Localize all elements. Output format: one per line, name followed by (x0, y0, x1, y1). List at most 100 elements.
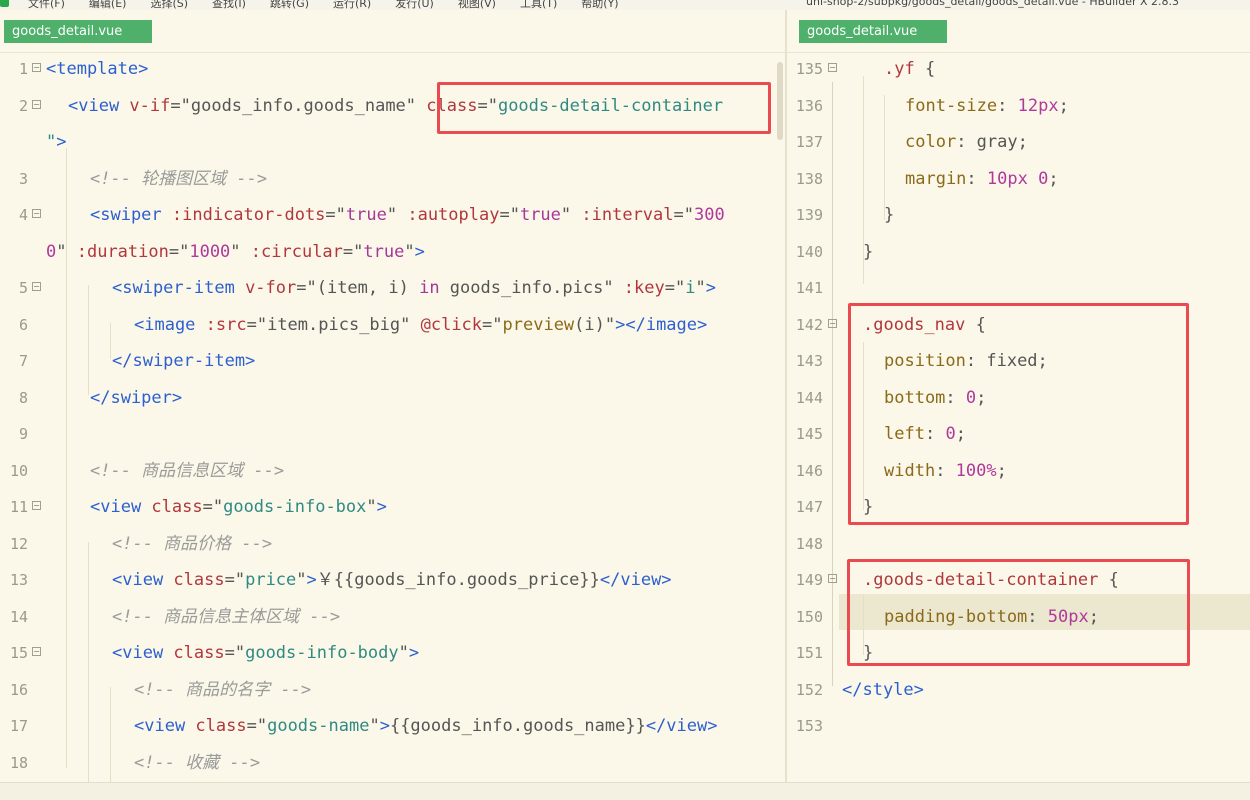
fold-toggle-icon[interactable]: − (32, 647, 41, 656)
menu-item[interactable]: 帮助(Y) (581, 0, 618, 10)
line-number: 1 (18, 60, 28, 78)
menu-item[interactable]: 发行(U) (395, 0, 434, 10)
editor-tab-right[interactable]: goods_detail.vue (799, 20, 947, 43)
code-token: " (369, 716, 380, 736)
code-text: <!-- 商品信息主体区域 --> (112, 599, 340, 635)
code-line[interactable]: 11− <view class="goods-info-box"> (0, 489, 785, 525)
code-line[interactable]: 139} (787, 197, 1250, 233)
line-number: 139 (795, 206, 823, 224)
code-token: class (195, 716, 247, 736)
code-line[interactable]: 18 <!-- 收藏 --> (0, 745, 785, 781)
code-line[interactable]: 12 <!-- 商品价格 --> (0, 526, 785, 562)
code-token: > (56, 132, 67, 152)
right-editor-pane[interactable]: goods_detail.vue 135− .yf {136 font-size: … (787, 10, 1250, 782)
vertical-scrollbar-thumb[interactable] (777, 62, 783, 140)
fold-toggle-icon[interactable]: − (32, 501, 41, 510)
code-token: <swiper-item (112, 278, 246, 298)
code-line[interactable]: 17 <view class="goods-name">{{goods_info.… (0, 708, 785, 744)
code-line[interactable]: 141 (787, 270, 1250, 306)
code-token: goods-info-body (245, 643, 399, 663)
editor-tab-left[interactable]: goods_detail.vue (4, 20, 152, 43)
code-token: price (245, 570, 297, 590)
code-token: ></image> (615, 314, 708, 335)
code-line[interactable]: 135− .yf { (787, 51, 1250, 87)
line-number: 9 (18, 425, 28, 443)
code-line[interactable]: 0" :duration="1000" :circular="true"> (0, 234, 785, 270)
status-bar (0, 782, 1250, 800)
menu-item[interactable]: 查找(I) (212, 0, 246, 10)
code-line[interactable]: 6 <image :src="item.pics_big" @click="pre… (0, 307, 785, 343)
menu-item[interactable]: 工具(T) (520, 0, 557, 10)
menu-item[interactable]: 视图(V) (458, 0, 496, 10)
line-number: 152 (795, 680, 823, 699)
line-number: 7 (18, 352, 28, 370)
code-token: > (414, 241, 425, 262)
line-number: 3 (18, 169, 28, 188)
code-token: <!-- 商品信息主体区域 --> (112, 606, 341, 627)
code-token: i (685, 278, 696, 298)
menu-item[interactable]: 编辑(E) (89, 0, 127, 10)
line-number: 147 (795, 498, 823, 516)
code-text: </swiper-item> (112, 343, 255, 379)
code-token: =" (673, 205, 694, 225)
code-line[interactable]: 3 <!-- 轮播图区域 --> (0, 161, 785, 197)
code-text: font-size: 12px; (905, 88, 1069, 124)
code-line[interactable]: 16 <!-- 商品的名字 --> (0, 672, 785, 708)
code-line[interactable]: 4− <swiper :indicator-dots="true" :autopl… (0, 197, 785, 233)
line-number: 137 (795, 133, 823, 151)
code-token: =" (325, 205, 346, 225)
fold-toggle-icon[interactable]: − (32, 99, 41, 109)
code-token: " (398, 643, 409, 663)
code-text: <view class="goods-info-box"> (90, 489, 387, 525)
code-line[interactable]: 148 (787, 526, 1250, 562)
line-number: 13 (9, 571, 28, 589)
fold-toggle-icon[interactable]: − (32, 63, 41, 72)
code-line[interactable]: 9 (0, 416, 785, 452)
code-line[interactable]: 14 <!-- 商品信息主体区域 --> (0, 599, 785, 635)
fold-toggle-icon[interactable]: − (828, 318, 837, 328)
code-token: } (863, 241, 874, 262)
fold-toggle-icon[interactable]: − (828, 574, 837, 583)
code-line[interactable]: 153 (787, 708, 1250, 744)
code-line[interactable]: 10 <!-- 商品信息区域 --> (0, 453, 785, 489)
code-line[interactable]: 7 </swiper-item> (0, 343, 785, 379)
code-token: class (173, 643, 225, 663)
code-token: ="(item, i) (296, 278, 420, 298)
code-token: <!-- 商品价格 --> (112, 533, 273, 554)
code-line[interactable]: 137 color: gray; (787, 124, 1250, 160)
code-token: goods_info.pics" (439, 278, 624, 298)
fold-toggle-icon[interactable]: − (828, 63, 837, 72)
code-token: </view> (645, 716, 718, 736)
code-token: <view (112, 643, 174, 663)
code-token: 0 (46, 241, 57, 262)
line-number: 151 (795, 644, 823, 662)
code-token: =" (664, 278, 686, 298)
code-line[interactable]: 152 </style> (787, 672, 1250, 708)
code-token: goods-name (267, 716, 370, 736)
menu-item[interactable]: 文件(F) (28, 0, 65, 10)
code-line[interactable]: 140} (787, 234, 1250, 270)
menu-item[interactable]: 选择(S) (150, 0, 188, 10)
line-number: 138 (795, 169, 823, 188)
fold-toggle-icon[interactable]: − (32, 209, 41, 218)
code-text: "> (46, 124, 67, 160)
code-token: " (695, 278, 706, 298)
code-line[interactable]: 136 font-size: 12px; (787, 88, 1250, 124)
code-line[interactable]: 138 margin: 10px 0; (787, 161, 1250, 197)
menu-item[interactable]: 跳转(G) (270, 0, 309, 10)
code-text: <swiper-item v-for="(item, i) in goods_i… (112, 270, 716, 306)
code-line[interactable]: 13 <view class="price">￥{{goods_info.good… (0, 562, 785, 598)
line-number: 144 (795, 388, 823, 407)
code-token: <view (134, 716, 196, 736)
code-text: } (884, 197, 894, 233)
code-token: 0 (1038, 168, 1049, 189)
code-token: " (296, 570, 307, 590)
menu-item[interactable]: 运行(R) (333, 0, 371, 10)
code-line[interactable]: 15− <view class="goods-info-body"> (0, 635, 785, 671)
code-token: 1000 (189, 241, 231, 262)
code-line[interactable]: 5− <swiper-item v-for="(item, i) in goods… (0, 270, 785, 306)
fold-toggle-icon[interactable]: − (32, 282, 41, 291)
left-editor-pane[interactable]: goods_detail.vue 1− <template> 2− <view v-i… (0, 10, 785, 782)
code-line[interactable]: 8 </swiper> (0, 380, 785, 416)
line-number: 141 (795, 279, 823, 297)
